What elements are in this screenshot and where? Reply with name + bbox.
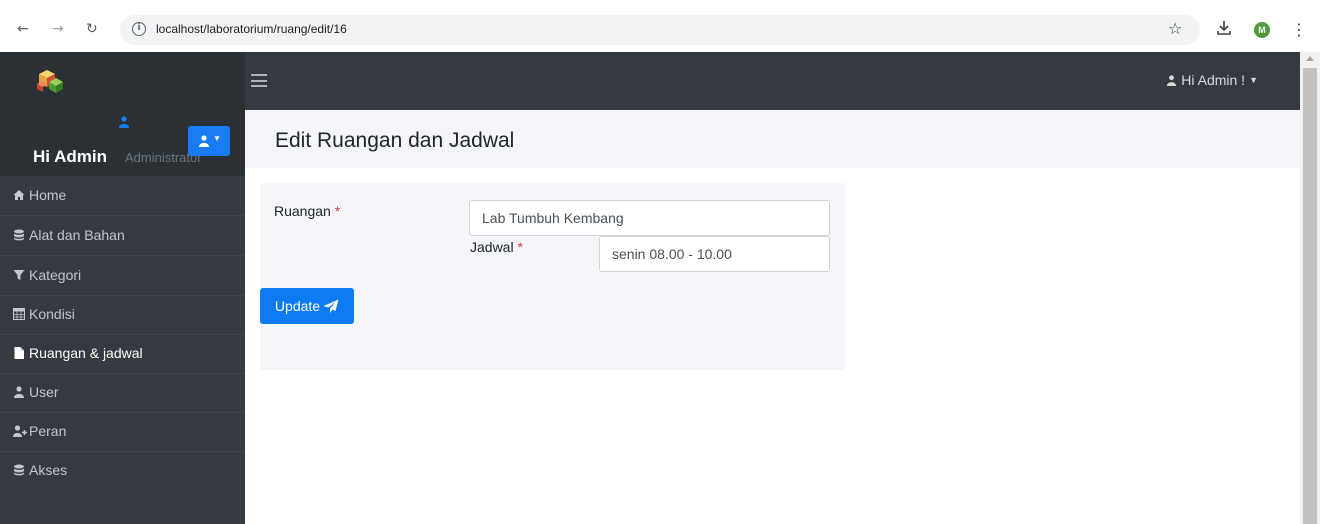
filter-icon	[13, 270, 25, 280]
back-icon[interactable]: ←	[17, 20, 29, 38]
address-bar[interactable]: i localhost/laboratorium/ruang/edit/16	[120, 15, 1200, 45]
page-scrollbar[interactable]	[1300, 52, 1320, 524]
sidebar-item-kondisi[interactable]: Kondisi	[0, 295, 245, 334]
address-url[interactable]: localhost/laboratorium/ruang/edit/16	[156, 22, 347, 36]
database-icon	[14, 464, 24, 476]
database-icon	[14, 229, 24, 241]
update-button-label: Update	[274, 298, 321, 314]
forward-icon[interactable]: →	[52, 20, 64, 38]
file-icon	[14, 347, 24, 359]
browser-toolbar: ← → ↻ i localhost/laboratorium/ruang/edi…	[0, 0, 1320, 52]
bookmark-star-icon[interactable]: ☆	[1168, 19, 1182, 38]
user-icon	[14, 386, 24, 398]
sidebar-item-label: User	[29, 384, 59, 400]
site-info-icon[interactable]: i	[132, 22, 146, 36]
jadwal-label: Jadwal *	[470, 239, 523, 255]
user-greeting: Hi Admin !	[1181, 72, 1246, 88]
caret-down-icon: ▼	[1249, 75, 1258, 85]
scrollbar-thumb[interactable]	[1303, 68, 1317, 524]
sidebar-item-label: Kondisi	[29, 306, 75, 322]
user-panel: Hi Admin Administrator ▼	[0, 110, 245, 176]
scroll-up-arrow-icon[interactable]	[1306, 56, 1314, 61]
sidebar-item-ruangan-jadwal[interactable]: Ruangan & jadwal	[0, 334, 245, 373]
required-marker: *	[334, 203, 341, 219]
user-icon	[1167, 75, 1177, 86]
hamburger-menu-icon[interactable]	[251, 74, 267, 87]
reload-icon[interactable]: ↻	[86, 20, 98, 38]
sidebar-item-kategori[interactable]: Kategori	[0, 256, 245, 295]
form-card: Ruangan * Jadwal * Update	[260, 183, 845, 370]
app-logo-icon	[37, 70, 63, 93]
sidebar-item-label: Akses	[29, 462, 68, 478]
profile-avatar[interactable]: M	[1254, 22, 1270, 38]
sidebar-item-label: Home	[29, 187, 67, 203]
sidebar-item-label: Peran	[29, 423, 67, 439]
required-marker: *	[517, 239, 523, 255]
page-title: Edit Ruangan dan Jadwal	[275, 129, 515, 152]
table-icon	[13, 308, 25, 320]
download-icon[interactable]	[1214, 18, 1234, 38]
ruangan-input[interactable]	[469, 200, 830, 236]
sidebar-item-label: Ruangan & jadwal	[29, 345, 143, 361]
user-avatar-icon	[119, 116, 129, 128]
sidebar-item-user[interactable]: User	[0, 373, 245, 412]
jadwal-input[interactable]	[599, 236, 830, 272]
user-icon	[199, 135, 209, 147]
user-dropdown[interactable]: Hi Admin ! ▼	[1166, 72, 1258, 88]
ruangan-label: Ruangan *	[274, 203, 341, 219]
user-options-button[interactable]: ▼	[188, 126, 230, 156]
caret-down-icon: ▼	[213, 134, 221, 143]
sidebar-item-home[interactable]: Home	[0, 176, 245, 215]
user-plus-icon	[13, 425, 27, 437]
sidebar-item-akses[interactable]: Akses	[0, 451, 245, 490]
sidebar-item-alat-dan-bahan[interactable]: Alat dan Bahan	[0, 216, 245, 255]
user-panel-name: Hi Admin	[33, 147, 107, 166]
send-icon	[323, 299, 339, 313]
sidebar-item-label: Alat dan Bahan	[29, 227, 125, 243]
brand[interactable]	[0, 52, 245, 110]
sidebar: Hi Admin Administrator ▼ Home Alat dan B…	[0, 110, 245, 524]
home-icon	[13, 190, 25, 200]
sidebar-item-label: Kategori	[29, 267, 82, 283]
content-header: Edit Ruangan dan Jadwal	[245, 110, 1300, 168]
browser-menu-icon[interactable]: ⋮	[1291, 20, 1307, 39]
sidebar-item-peran[interactable]: Peran	[0, 412, 245, 451]
update-button[interactable]: Update	[260, 288, 354, 324]
